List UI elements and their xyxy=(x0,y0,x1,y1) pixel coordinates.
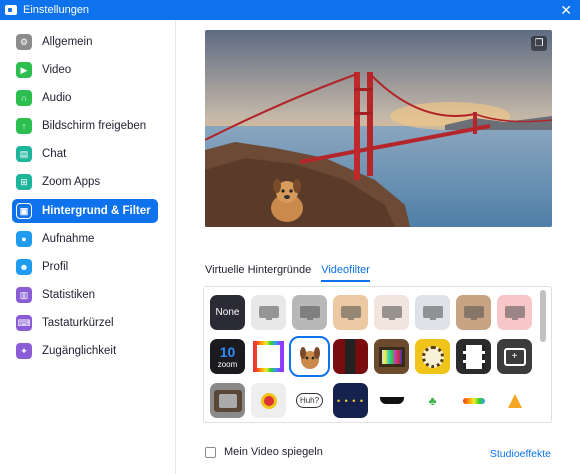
sidebar-item-label: Profil xyxy=(42,261,69,273)
sidebar-item-apps[interactable]: ⊞ Zoom Apps xyxy=(12,170,158,194)
video-preview xyxy=(205,30,552,227)
sidebar-item-headphones[interactable]: ∩ Audio xyxy=(12,86,158,110)
sidebar-item-chat[interactable]: ▤ Chat xyxy=(12,142,158,166)
sidebar-item-share-screen[interactable]: ↑ Bildschirm freigeben xyxy=(12,114,158,138)
sidebar-item-label: Zugänglichkeit xyxy=(42,345,117,357)
filter-dog-frame[interactable] xyxy=(289,336,330,377)
window-title: Einstellungen xyxy=(23,4,90,16)
sidebar-item-label: Audio xyxy=(42,92,72,104)
filter-tabs: Virtuelle Hintergründe Videofilter xyxy=(205,264,380,282)
sidebar-item-label: Chat xyxy=(42,148,67,160)
profile-icon: ☻ xyxy=(16,259,32,275)
tab-virtual-backgrounds[interactable]: Virtuelle Hintergründe xyxy=(205,264,311,282)
filter-huh-bubble-label: Huh? xyxy=(295,393,324,408)
zoom-wordmark: zoom xyxy=(217,360,238,369)
filter-retro-tv[interactable] xyxy=(374,339,409,374)
chat-icon: ▤ xyxy=(16,146,32,162)
filter-focus[interactable]: + xyxy=(497,339,532,374)
sidebar-item-statistics[interactable]: ▥ Statistiken xyxy=(12,283,158,307)
monitor-icon xyxy=(463,305,484,320)
filter-party-hat[interactable] xyxy=(497,383,532,418)
filter-warm[interactable] xyxy=(333,295,368,330)
sidebar-item-gear[interactable]: ⚙ Allgemein xyxy=(12,30,158,54)
filter-sepia[interactable] xyxy=(456,295,491,330)
filter-award[interactable] xyxy=(251,383,286,418)
filter-string-lights[interactable]: • • • • xyxy=(333,383,368,418)
monitor-icon xyxy=(258,305,279,320)
filter-zoom-10-label: 10 xyxy=(219,344,236,360)
sidebar-item-label: Bildschirm freigeben xyxy=(42,120,147,132)
filter-huh-bubble[interactable]: Huh? xyxy=(292,383,327,418)
tab-video-filters[interactable]: Videofilter xyxy=(321,264,370,282)
filter-soft[interactable] xyxy=(374,295,409,330)
filter-sunglasses[interactable] xyxy=(374,383,409,418)
apps-icon: ⊞ xyxy=(16,174,32,190)
filter-none-label: None xyxy=(215,307,240,318)
monitor-icon xyxy=(504,305,525,320)
sidebar-item-background[interactable]: ▣ Hintergrund & Filter xyxy=(12,199,158,223)
filter-none[interactable]: None xyxy=(210,295,245,330)
sidebar-item-label: Video xyxy=(42,64,72,76)
filter-sunflower[interactable] xyxy=(415,339,450,374)
gear-icon: ⚙ xyxy=(16,34,32,50)
keyboard-icon: ⌨ xyxy=(16,315,32,331)
filter-rainbow-frame[interactable] xyxy=(251,339,286,374)
mirror-video-label: Mein Video spiegeln xyxy=(224,446,323,458)
copy-icon[interactable]: ❐ xyxy=(531,36,547,51)
record-icon: ● xyxy=(16,231,32,247)
close-icon[interactable]: ✕ xyxy=(560,2,572,18)
monitor-icon xyxy=(340,305,361,320)
sidebar-item-label: Hintergrund & Filter xyxy=(42,205,151,217)
filter-gray[interactable] xyxy=(292,295,327,330)
sidebar-item-label: Aufnahme xyxy=(42,233,95,245)
sidebar-item-profile[interactable]: ☻ Profil xyxy=(12,255,158,279)
video-icon: ▶ xyxy=(16,62,32,78)
filter-scrollbar[interactable] xyxy=(540,290,546,342)
filter-sprout[interactable]: ♣ xyxy=(415,383,450,418)
filter-old-tv[interactable] xyxy=(210,383,245,418)
monitor-icon xyxy=(299,305,320,320)
sidebar-item-accessibility[interactable]: ✦ Zugänglichkeit xyxy=(12,339,158,363)
sidebar-item-label: Tastaturkürzel xyxy=(42,317,114,329)
accessibility-icon: ✦ xyxy=(16,343,32,359)
monitor-icon xyxy=(422,305,443,320)
statistics-icon: ▥ xyxy=(16,287,32,303)
filter-theater[interactable] xyxy=(333,339,368,374)
studio-effects-link[interactable]: Studioeffekte xyxy=(490,448,551,460)
sidebar-item-video[interactable]: ▶ Video xyxy=(12,58,158,82)
sidebar-item-record[interactable]: ● Aufnahme xyxy=(12,227,158,251)
filter-grid: None 10 zoom + Huh? • • • • ♣ xyxy=(203,286,552,423)
filter-pink[interactable] xyxy=(497,295,532,330)
mirror-video-checkbox[interactable] xyxy=(205,446,216,458)
mirror-video-row[interactable]: Mein Video spiegeln xyxy=(205,446,323,458)
filter-cool[interactable] xyxy=(415,295,450,330)
zoom-app-icon xyxy=(5,5,17,15)
monitor-icon xyxy=(381,305,402,320)
background-icon: ▣ xyxy=(16,203,32,219)
headphones-icon: ∩ xyxy=(16,90,32,106)
sidebar-item-label: Allgemein xyxy=(42,36,93,48)
sidebar-item-label: Zoom Apps xyxy=(42,176,101,188)
title-bar: Einstellungen ✕ xyxy=(0,0,580,20)
sidebar-item-label: Statistiken xyxy=(42,289,96,301)
settings-sidebar: ⚙ Allgemein ▶ Video ∩ Audio ↑ Bildschirm freige… xyxy=(0,20,176,474)
filter-zoom-10[interactable]: 10 zoom xyxy=(210,339,245,374)
filter-light-gray[interactable] xyxy=(251,295,286,330)
share-screen-icon: ↑ xyxy=(16,118,32,134)
filter-rainbow[interactable] xyxy=(456,383,491,418)
golden-gate-background xyxy=(205,30,552,227)
dog-icon xyxy=(299,346,320,369)
filter-film[interactable] xyxy=(456,339,491,374)
sidebar-item-keyboard[interactable]: ⌨ Tastaturkürzel xyxy=(12,311,158,335)
